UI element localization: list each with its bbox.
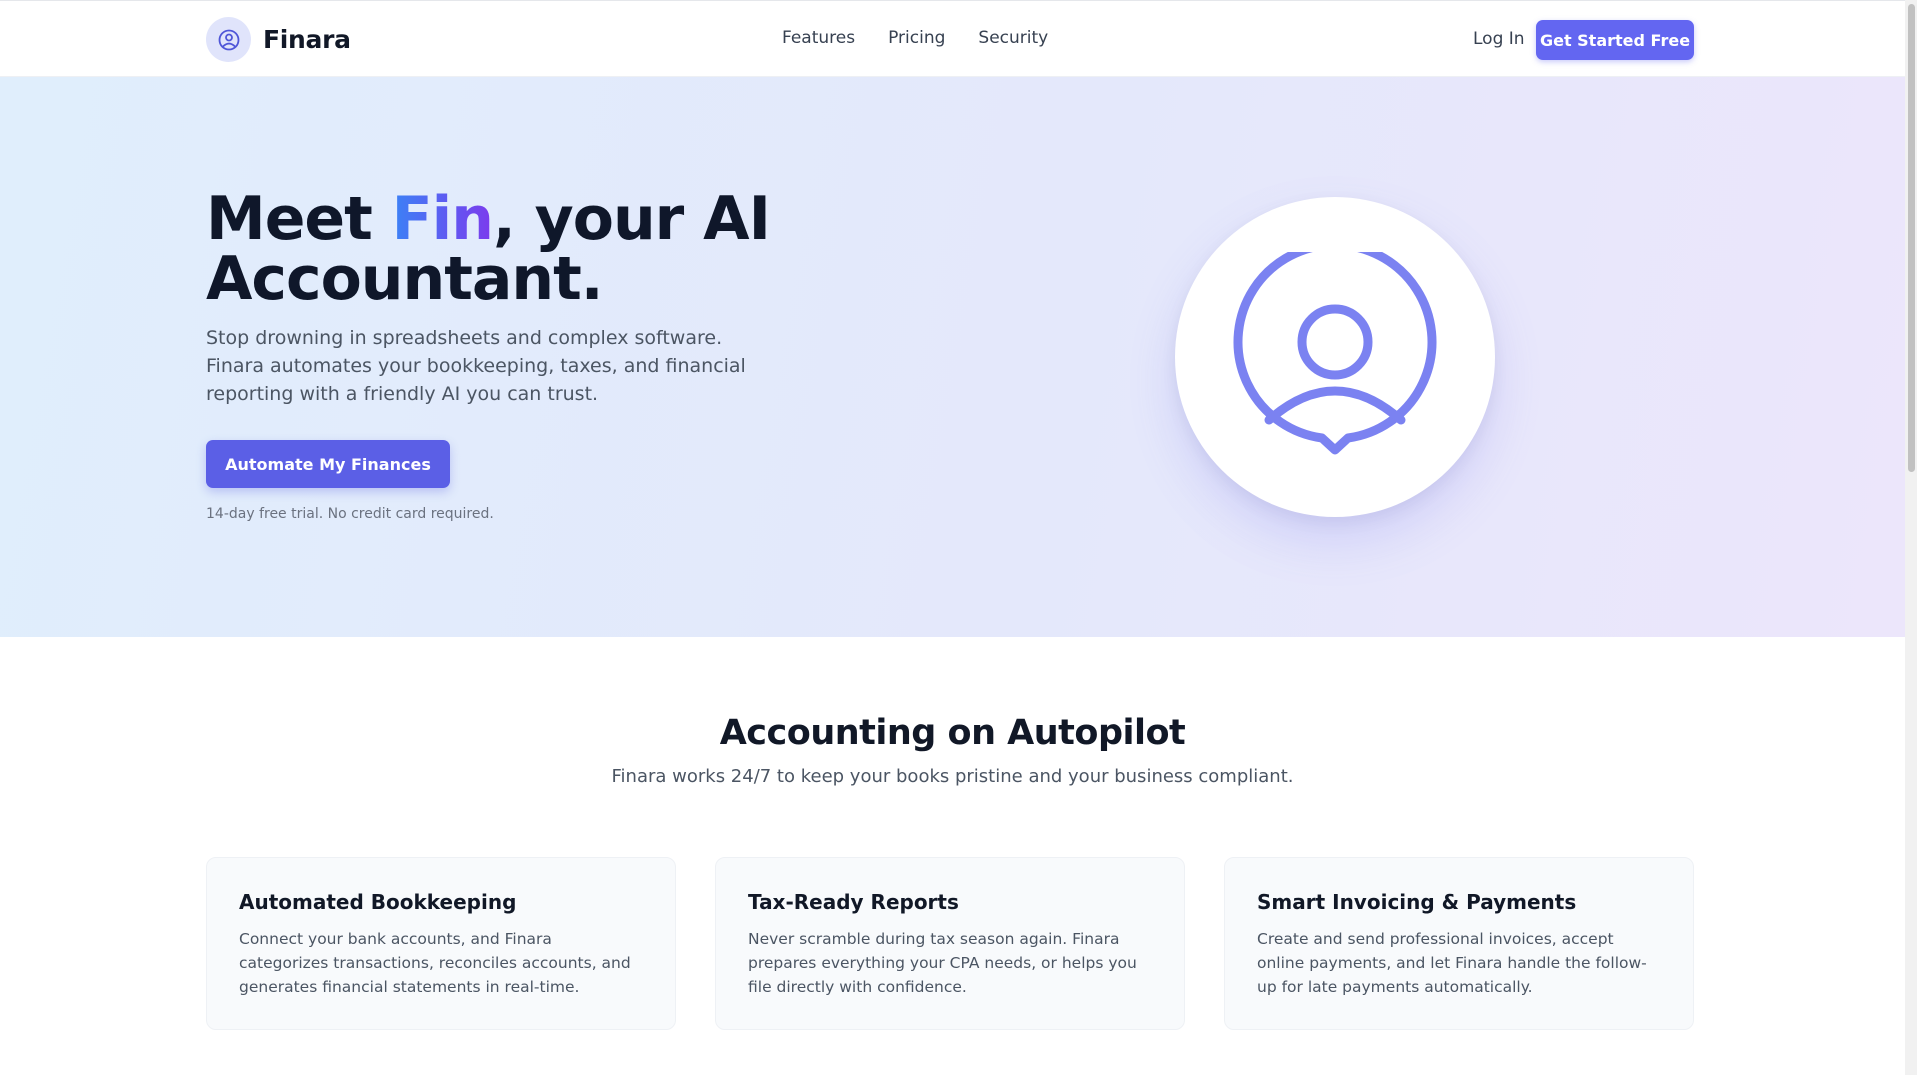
hero-subtitle: Stop drowning in spreadsheets and comple… [206,327,746,405]
trial-note: 14-day free trial. No credit card requir… [206,506,494,522]
features-title: Accounting on Autopilot [719,713,1186,753]
nav-link-pricing[interactable]: Pricing [888,28,945,48]
brand-name: Finara [263,25,351,54]
feature-card-text: Create and send professional invoices, a… [1257,930,1647,996]
brand-logo-icon [206,17,251,62]
feature-card-title: Tax-Ready Reports [748,890,959,914]
hero-section: Meet Fin, your AI Accountant. Stop drown… [0,77,1905,637]
hero-title: Meet Fin, your AI Accountant. [206,189,846,309]
nav-link-features[interactable]: Features [782,28,855,48]
feature-card-title: Smart Invoicing & Payments [1257,890,1577,914]
login-link[interactable]: Log In [1473,29,1525,49]
nav-link-security[interactable]: Security [978,28,1048,48]
feature-card-text: Connect your bank accounts, and Finara c… [239,930,631,996]
page: Finara Features Pricing Security Log In … [0,0,1917,1075]
feature-card-title: Automated Bookkeeping [239,890,517,914]
feature-card-bookkeeping: Automated Bookkeeping Connect your bank … [206,857,676,1030]
user-avatar-icon [1233,252,1437,455]
feature-card-invoicing: Smart Invoicing & Payments Create and se… [1224,857,1694,1030]
feature-card-text: Never scramble during tax season again. … [748,930,1137,996]
features-subtitle: Finara works 24/7 to keep your books pri… [611,766,1294,787]
hero-illustration [1175,197,1495,517]
site-header: Finara Features Pricing Security Log In … [0,0,1905,77]
main-nav: Features Pricing Security [782,28,1081,48]
brand[interactable]: Finara [206,17,351,62]
get-started-button[interactable]: Get Started Free [1536,20,1694,60]
page-scrollbar[interactable] [1905,0,1917,1075]
scrollbar-thumb[interactable] [1908,4,1915,472]
feature-card-tax-reports: Tax-Ready Reports Never scramble during … [715,857,1185,1030]
automate-finances-button[interactable]: Automate My Finances [206,440,450,488]
